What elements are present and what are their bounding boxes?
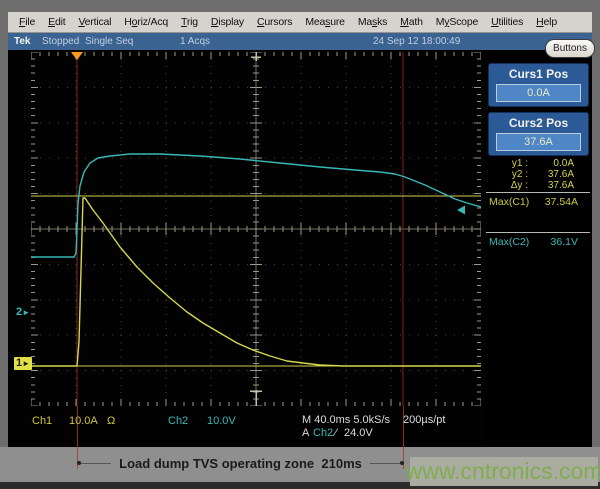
tek-logo: Tek [14, 36, 31, 47]
ch1-reference-marker[interactable]: 1► [14, 357, 32, 370]
menu-item-horizacq[interactable]: Horiz/Acq [122, 14, 170, 30]
acquisition-count: 1 Acqs [180, 36, 210, 47]
datetime: 24 Sep 12 18:00:49 [373, 36, 460, 47]
dimension-annotation: Load dump TVS operating zone 210ms [77, 455, 404, 471]
menu-item-math[interactable]: Math [398, 14, 425, 30]
cursor1-value-field[interactable]: 0.0A [496, 84, 581, 102]
cursor-readout-row: y2 :37.6A [486, 169, 592, 180]
measurement-max-c2: Max(C2)36.1V [486, 236, 592, 249]
side-control-panel: Curs1 Pos 0.0A Curs2 Pos 37.6A y1 :0.0Ay… [486, 50, 592, 447]
menu-item-utilities[interactable]: Utilities [489, 14, 525, 30]
menu-item-edit[interactable]: Edit [46, 14, 67, 30]
right-arrow-icon: ► [22, 359, 30, 368]
divider [486, 192, 590, 193]
menu-item-myscope[interactable]: MyScope [434, 14, 480, 30]
menu-item-vertical[interactable]: Vertical [76, 14, 113, 30]
cursor1-title: Curs1 Pos [489, 67, 588, 81]
dimension-end-dot [400, 461, 404, 465]
watermark: www.cntronics.com [410, 457, 598, 486]
cursor-delta-readout: y1 :0.0Ay2 :37.6AΔy :37.6A [486, 158, 592, 191]
graticule [31, 52, 481, 406]
oscilloscope-window: File Edit Vertical Horiz/Acq Trig Display Curs… [0, 0, 600, 489]
watermark-text: www.cntronics.com [406, 458, 600, 485]
menu-item-masks[interactable]: Masks [356, 14, 389, 30]
annotation-bar: Load dump TVS operating zone 210ms www.c… [0, 447, 600, 482]
timebase-readout[interactable]: M 40.0ms 5.0kS/s [302, 414, 390, 426]
cursor-2-extension-line [403, 406, 404, 447]
cursor-readout-row: Δy :37.6A [486, 180, 592, 191]
annotation-text: Load dump TVS operating zone 210ms [119, 456, 362, 471]
cursor2-value-field[interactable]: 37.6A [496, 133, 581, 151]
measurement-max-c1: Max(C1)37.54A [486, 196, 592, 209]
menu-item-display[interactable]: Display [209, 14, 246, 30]
ch1-coupling-readout[interactable]: Ω [107, 415, 115, 427]
acquisition-mode: Single Seq [85, 36, 133, 47]
trigger-position-marker[interactable] [71, 52, 83, 60]
cursor2-title: Curs2 Pos [489, 116, 588, 130]
ch2-reference-marker[interactable]: 2► [16, 306, 30, 318]
status-bar: Tek Stopped Single Seq 1 Acqs 24 Sep 12 … [8, 33, 592, 50]
trigger-source-readout[interactable]: Ch2 [313, 427, 333, 439]
cursor-readout-row: y1 :0.0A [486, 158, 592, 169]
menu-item-file[interactable]: File [17, 14, 37, 30]
menu-item-trig[interactable]: Trig [179, 14, 200, 30]
menu-item-cursors[interactable]: Cursors [255, 14, 294, 30]
cursor1-position-control: Curs1 Pos 0.0A [488, 63, 589, 107]
dimension-line [370, 463, 400, 464]
trigger-slope-icon: ∕ [335, 427, 337, 439]
acquisition-state: Stopped [42, 36, 79, 47]
record-length-readout: 200µs/pt [403, 414, 445, 426]
trigger-level-readout[interactable]: 24.0V [344, 427, 373, 439]
ch2-scale-readout[interactable]: 10.0V [207, 415, 236, 427]
divider [486, 232, 590, 233]
buttons-button[interactable]: Buttons [545, 39, 595, 58]
trigger-mode-readout: A [302, 427, 309, 439]
menu-item-measure[interactable]: Measure [303, 14, 346, 30]
menu-bar: File Edit Vertical Horiz/Acq Trig Display Curs… [8, 12, 592, 33]
ch1-label-readout[interactable]: Ch1 [32, 415, 52, 427]
dimension-line [81, 463, 111, 464]
menu-item-help[interactable]: Help [534, 14, 559, 30]
ch1-scale-readout[interactable]: 10.0A [69, 415, 98, 427]
cursor2-position-control: Curs2 Pos 37.6A [488, 112, 589, 156]
scope-screen: 2► 1► Ch1 10.0A Ω Ch2 10.0V M 40.0ms 5.0… [8, 50, 592, 447]
ch2-label-readout[interactable]: Ch2 [168, 415, 188, 427]
right-arrow-icon: ► [22, 308, 30, 317]
ch2-end-arrow-icon [457, 206, 465, 215]
